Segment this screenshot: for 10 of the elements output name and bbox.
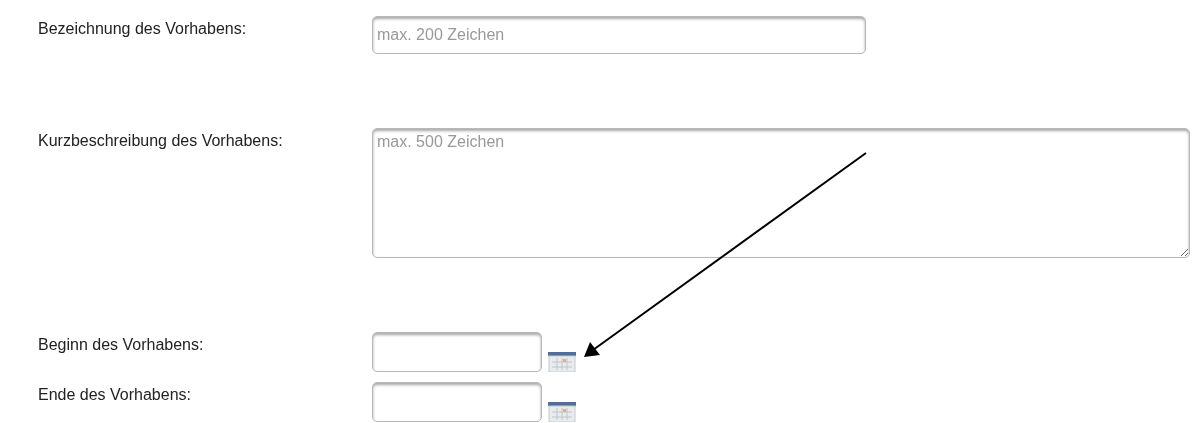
field-label: Beginn des Vorhabens: <box>38 335 205 354</box>
field-label: Ende des Vorhabens: <box>38 385 192 404</box>
date-field[interactable] <box>372 332 542 372</box>
field-label: Bezeichnung des Vorhabens: <box>38 19 248 38</box>
calendar-icon[interactable] <box>548 402 576 422</box>
description-field[interactable]: max. 500 Zeichen <box>372 128 1190 258</box>
field-label: Kurzbeschreibung des Vorhabens: <box>38 131 284 150</box>
date-field[interactable] <box>372 382 542 422</box>
calendar-icon[interactable] <box>548 352 576 372</box>
text-field[interactable]: max. 200 Zeichen <box>372 16 866 54</box>
